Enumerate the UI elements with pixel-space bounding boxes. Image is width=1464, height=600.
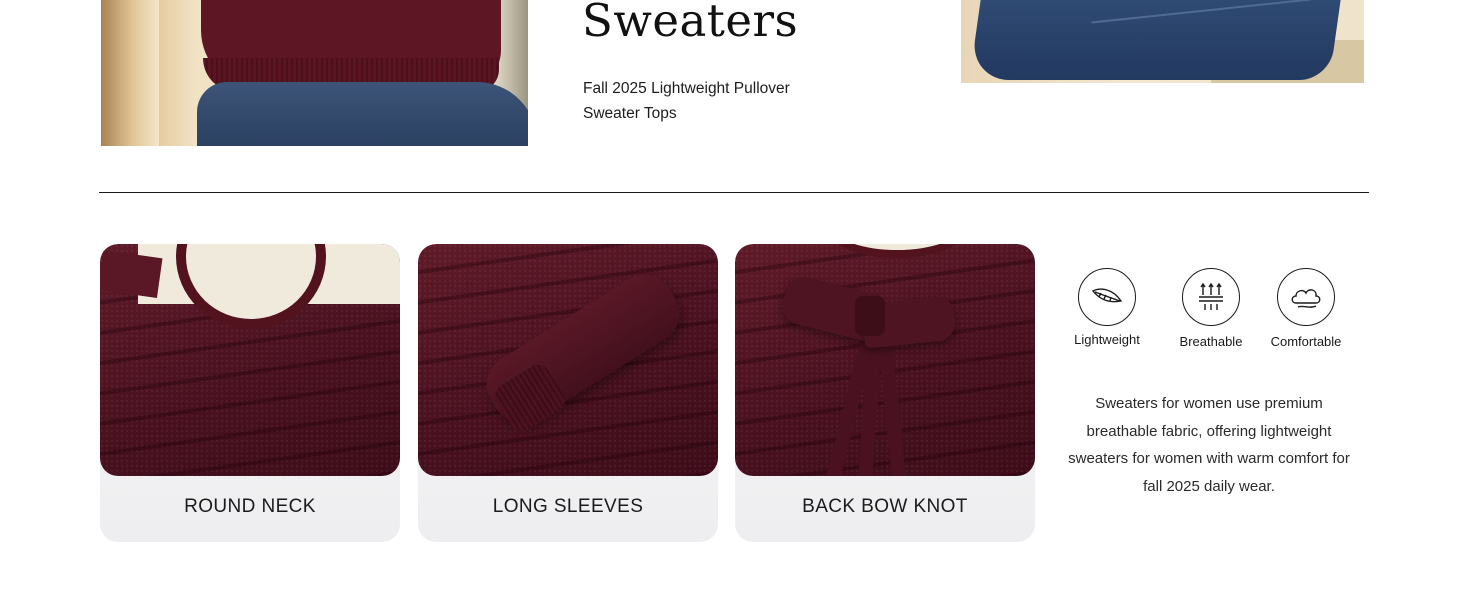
back-bow-knot-photo — [735, 244, 1035, 476]
page-title: Sweaters — [582, 0, 799, 47]
jeans — [969, 0, 1341, 80]
feature-card-round-neck: ROUND NECK — [100, 244, 400, 542]
card-label: ROUND NECK — [184, 496, 316, 517]
feather-icon — [1078, 268, 1136, 326]
subtitle-line: Fall 2025 Lightweight Pullover — [583, 80, 790, 97]
page-subtitle: Fall 2025 Lightweight Pullover Sweater T… — [583, 76, 843, 126]
feature-card-back-bow-knot: BACK BOW KNOT — [735, 244, 1035, 542]
model-photo-left — [101, 0, 528, 146]
wall-trim — [101, 0, 159, 146]
neckline — [176, 244, 326, 329]
feature-card-long-sleeves: LONG SLEEVES — [418, 244, 718, 542]
feature-caption: Lightweight — [1074, 332, 1140, 347]
subtitle-line: Sweater Tops — [583, 105, 677, 122]
round-neck-photo — [100, 244, 400, 476]
feature-comfortable: Comfortable — [1251, 268, 1361, 349]
card-label: BACK BOW KNOT — [802, 496, 968, 517]
feature-caption: Comfortable — [1270, 334, 1342, 349]
neckline — [827, 244, 967, 258]
section-divider — [99, 192, 1369, 193]
feature-lightweight: Lightweight — [1052, 268, 1162, 347]
model-photo-right — [961, 0, 1364, 83]
jeans — [197, 82, 528, 146]
long-sleeves-photo — [418, 244, 718, 476]
feature-caption: Breathable — [1179, 334, 1243, 349]
feature-breathable: Breathable — [1156, 268, 1266, 349]
cloud-icon — [1277, 268, 1335, 326]
feature-description: Sweaters for women use premium breathabl… — [1068, 395, 1350, 495]
bow-knot — [855, 296, 885, 336]
shoulder — [100, 250, 163, 298]
bow-tail — [876, 329, 908, 476]
card-label: LONG SLEEVES — [492, 496, 644, 517]
airflow-icon — [1182, 268, 1240, 326]
